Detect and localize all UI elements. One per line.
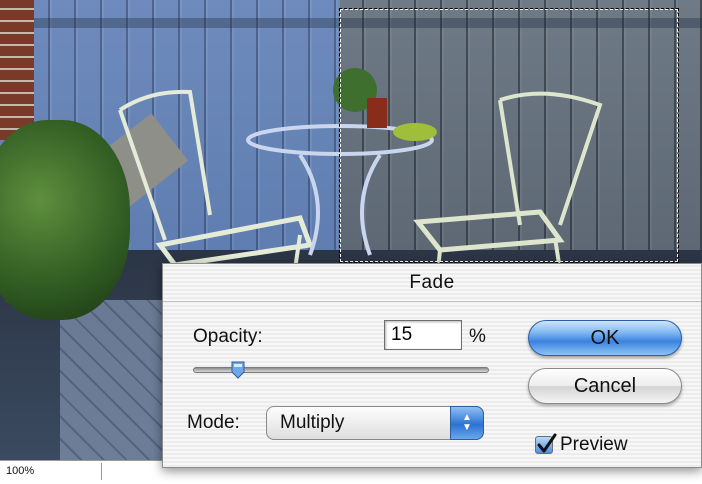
selection-marquee (339, 8, 679, 263)
cancel-button[interactable]: Cancel (528, 368, 682, 404)
mode-label: Mode: (187, 412, 240, 433)
preview-label: Preview (560, 434, 628, 455)
mode-value: Multiply (280, 412, 345, 433)
opacity-input[interactable] (384, 320, 462, 350)
slider-thumb-icon[interactable] (231, 361, 245, 379)
ok-button[interactable]: OK (528, 320, 682, 356)
checkmark-icon (537, 433, 557, 453)
preview-checkbox[interactable] (535, 433, 557, 454)
dialog-title: Fade (163, 264, 701, 302)
opacity-label: Opacity: (193, 326, 263, 347)
mode-select[interactable]: Multiply ▲ ▼ (266, 406, 484, 440)
zoom-level[interactable]: 100% (2, 463, 102, 480)
opacity-unit: % (469, 326, 486, 347)
fade-dialog: Fade Opacity: % Mode: Multiply ▲▼ OK Can… (162, 263, 702, 468)
updown-arrows-icon: ▲ ▼ (450, 406, 484, 440)
opacity-slider[interactable] (193, 361, 489, 379)
